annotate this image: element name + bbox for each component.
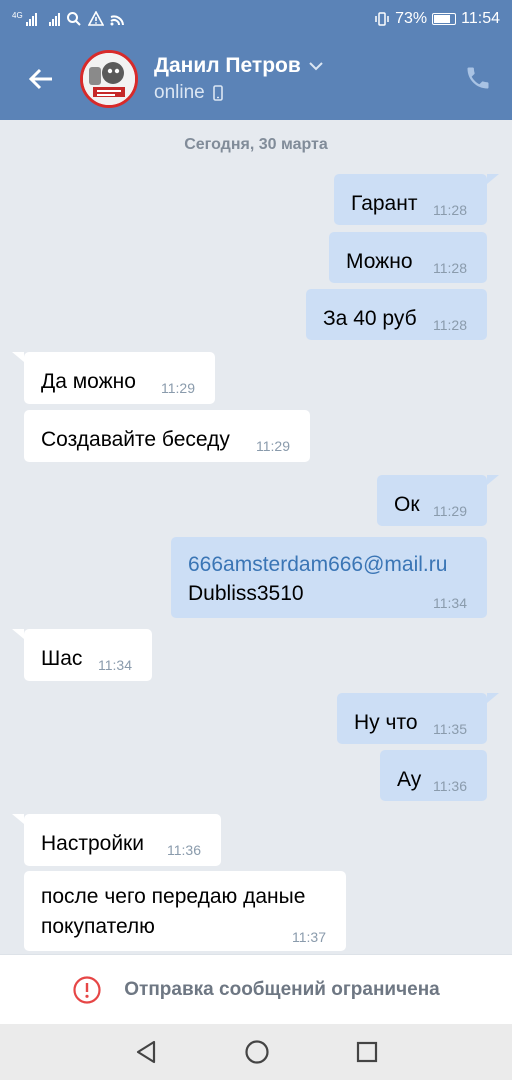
message-time: 11:35 xyxy=(433,721,467,737)
phone-icon xyxy=(467,67,489,89)
chat-header: Данил Петров online xyxy=(0,38,512,120)
message-time: 11:34 xyxy=(433,595,467,611)
contact-status: online xyxy=(154,82,223,104)
message-time: 11:28 xyxy=(433,202,467,218)
status-left: 4G xyxy=(12,11,124,27)
bubble-tail xyxy=(12,629,24,639)
status-right: 73% 11:54 xyxy=(374,10,500,28)
message-outgoing[interactable]: Ок 11:29 xyxy=(377,475,487,526)
messaging-restricted-bar: Отправка сообщений ограничена xyxy=(0,954,512,1024)
message-incoming[interactable]: Создавайте беседу 11:29 xyxy=(24,410,310,462)
message-time: 11:36 xyxy=(167,842,201,858)
battery-percent: 73% xyxy=(395,10,428,27)
message-incoming[interactable]: Настройки 11:36 xyxy=(24,814,221,866)
message-text: Dubliss3510 xyxy=(188,582,304,605)
message-text: Да можно xyxy=(41,370,136,393)
bubble-tail xyxy=(487,475,499,485)
signal-icon xyxy=(48,12,60,26)
back-arrow-icon xyxy=(28,68,52,90)
message-text: Настройки xyxy=(41,832,144,855)
avatar[interactable] xyxy=(80,50,138,108)
message-time: 11:28 xyxy=(433,317,467,333)
vibrate-icon xyxy=(375,12,389,26)
message-text: после чего передаю даные xyxy=(41,885,306,908)
message-text: Шас xyxy=(41,647,83,670)
status-bar: 4G 73% 11:54 xyxy=(0,0,512,38)
status-time: 11:54 xyxy=(461,10,500,27)
message-text: Ну что xyxy=(354,711,418,734)
warning-icon xyxy=(87,11,104,26)
message-text: Можно xyxy=(346,250,413,273)
search-icon xyxy=(66,12,81,26)
home-circle-icon[interactable] xyxy=(244,1039,270,1065)
message-time: 11:28 xyxy=(433,260,467,276)
message-text: Ау xyxy=(397,768,422,791)
message-text: покупателю xyxy=(41,915,155,938)
bubble-tail xyxy=(12,352,24,362)
message-text: Гарант xyxy=(351,192,418,215)
message-text: За 40 руб xyxy=(323,307,417,330)
call-button[interactable] xyxy=(464,64,494,94)
message-time: 11:29 xyxy=(161,380,195,396)
message-incoming[interactable]: Да можно 11:29 xyxy=(24,352,215,404)
message-time: 11:29 xyxy=(256,438,290,454)
battery-icon xyxy=(432,13,457,25)
message-time: 11:37 xyxy=(292,929,326,945)
back-button[interactable] xyxy=(24,62,58,96)
wifi-icon xyxy=(110,15,124,26)
restriction-text: Отправка сообщений ограничена xyxy=(124,978,440,1000)
bubble-tail xyxy=(12,814,24,824)
message-time: 11:36 xyxy=(433,778,467,794)
message-time: 11:34 xyxy=(98,657,132,673)
contact-name[interactable]: Данил Петров xyxy=(154,54,323,78)
message-outgoing[interactable]: Можно 11:28 xyxy=(329,232,487,283)
message-outgoing[interactable]: За 40 руб 11:28 xyxy=(306,289,487,340)
message-outgoing[interactable]: Ау 11:36 xyxy=(380,750,487,801)
alert-circle-icon xyxy=(73,975,101,1004)
system-nav-bar xyxy=(0,1024,512,1080)
message-text: Ок xyxy=(394,493,420,516)
message-outgoing[interactable]: 666amsterdam666@mail.ru Dubliss3510 11:3… xyxy=(171,537,487,618)
contact-name-text: Данил Петров xyxy=(154,54,301,77)
message-outgoing[interactable]: Гарант 11:28 xyxy=(334,174,487,225)
avatar-image xyxy=(83,53,135,105)
email-link[interactable]: 666amsterdam666@mail.ru xyxy=(188,551,447,579)
network-type-label: 4G xyxy=(12,11,23,20)
message-time: 11:29 xyxy=(433,503,467,519)
message-incoming[interactable]: Шас 11:34 xyxy=(24,629,152,681)
recents-square-icon[interactable] xyxy=(355,1040,379,1064)
chevron-down-icon xyxy=(309,62,323,71)
bubble-tail xyxy=(487,174,499,184)
signal-icon xyxy=(25,12,37,26)
bubble-tail xyxy=(487,693,499,703)
date-separator: Сегодня, 30 марта xyxy=(184,136,328,153)
message-text: Создавайте беседу xyxy=(41,428,230,451)
message-outgoing[interactable]: Ну что 11:35 xyxy=(337,693,487,744)
message-incoming[interactable]: после чего передаю даные покупателю 11:3… xyxy=(24,871,346,951)
message-list[interactable]: Сегодня, 30 марта Гарант 11:28 Можно 11:… xyxy=(0,120,512,954)
contact-status-text: online xyxy=(154,82,205,103)
mobile-device-icon xyxy=(212,85,223,101)
back-triangle-icon[interactable] xyxy=(133,1039,159,1065)
